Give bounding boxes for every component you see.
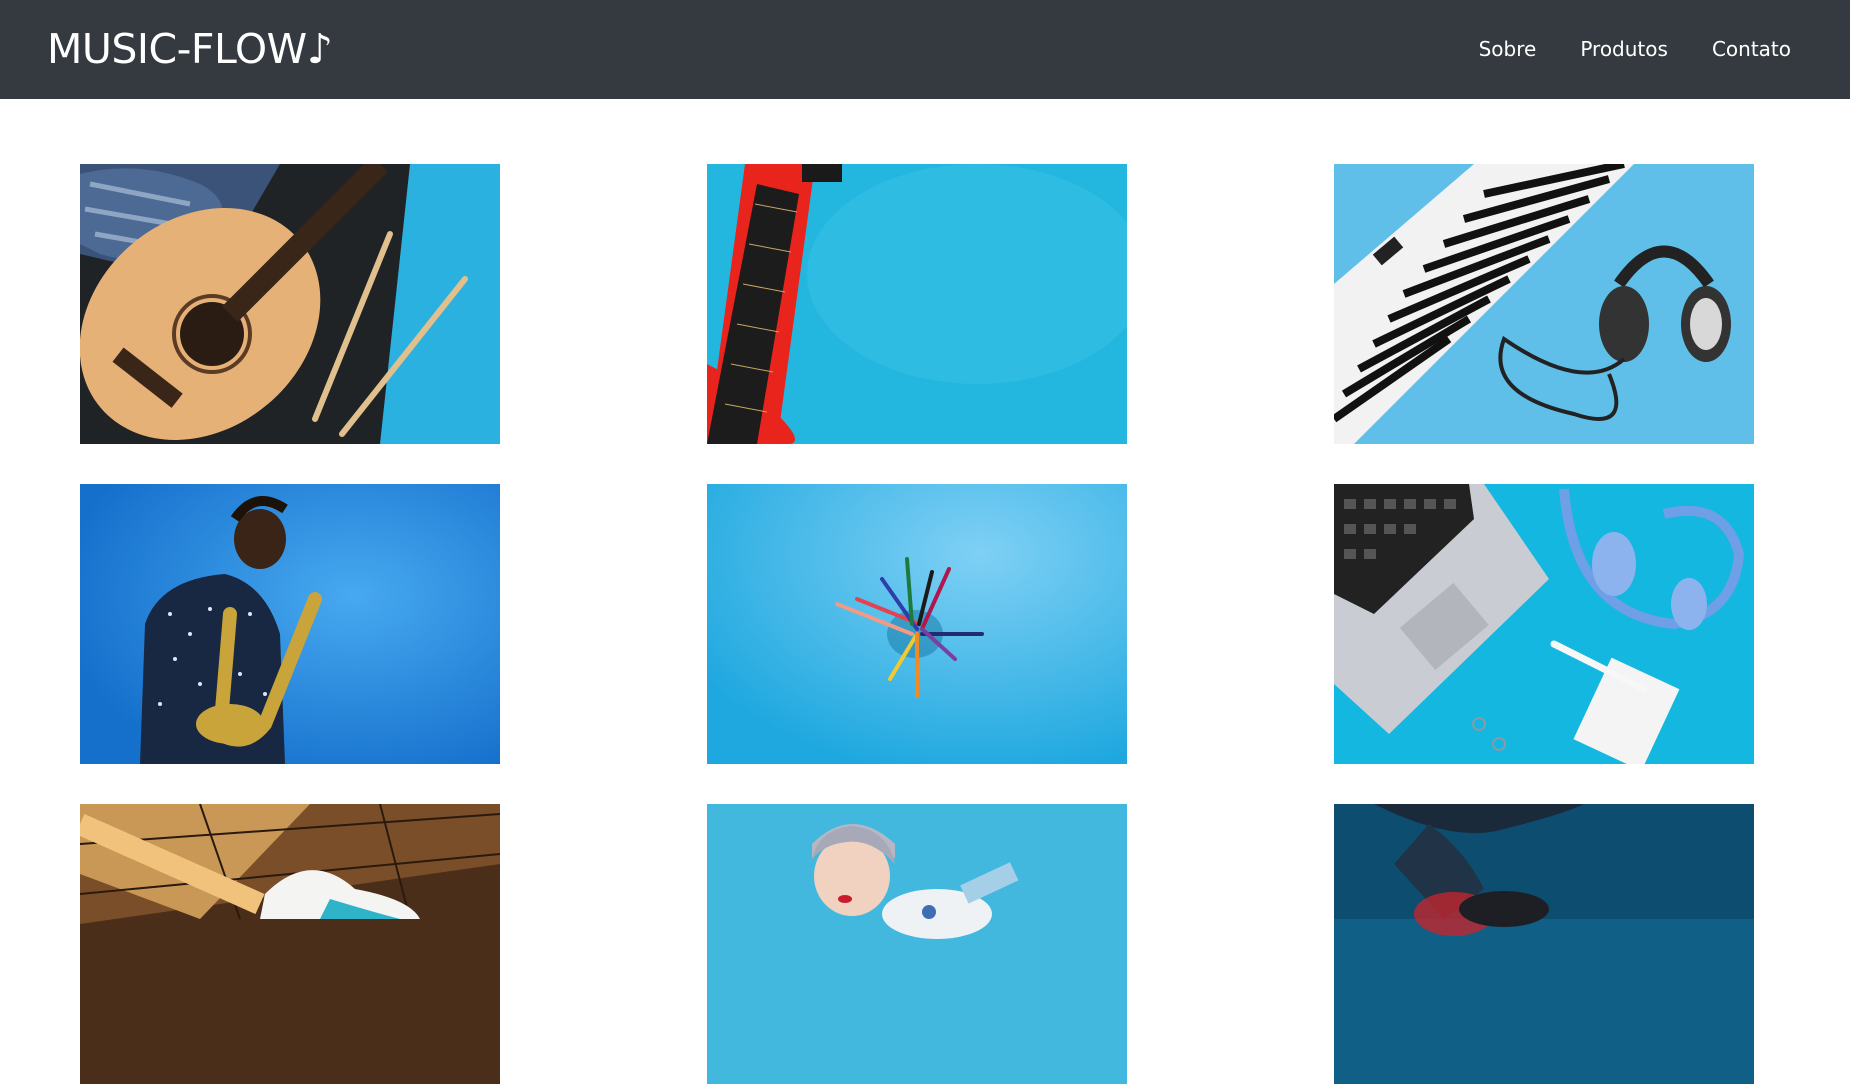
nav-link-contato[interactable]: Contato xyxy=(1712,35,1791,63)
main-nav: Sobre Produtos Contato xyxy=(1479,35,1791,63)
gallery-item-pencils[interactable] xyxy=(707,484,1127,764)
gallery-item-saxophone[interactable] xyxy=(80,484,500,764)
gallery-item-laptop[interactable] xyxy=(1334,484,1754,764)
acoustic-guitar-drumsticks-image xyxy=(80,164,500,444)
top-navbar: MUSIC-FLOW♪ Sobre Produtos Contato xyxy=(0,0,1850,99)
gallery-item-guitarist[interactable] xyxy=(1334,804,1754,1084)
red-ukulele-image xyxy=(707,164,1127,444)
colored-pencils-image xyxy=(707,484,1127,764)
gallery-item-ukulele[interactable] xyxy=(707,164,1127,444)
gallery-item-acoustic-guitar[interactable] xyxy=(80,164,500,444)
brand-logo[interactable]: MUSIC-FLOW♪ xyxy=(47,24,333,74)
gallery-item-woman-guitar[interactable] xyxy=(707,804,1127,1084)
woman-with-guitar-image xyxy=(707,804,1127,1084)
gallery-item-keyboard[interactable] xyxy=(1334,164,1754,444)
nav-link-sobre[interactable]: Sobre xyxy=(1479,35,1537,63)
keyboard-headphones-image xyxy=(1334,164,1754,444)
nav-link-produtos[interactable]: Produtos xyxy=(1580,35,1668,63)
saxophone-player-image xyxy=(80,484,500,764)
guitarist-dark-image xyxy=(1334,804,1754,1084)
gallery-item-electric-guitar[interactable] xyxy=(80,804,500,1084)
laptop-headphones-image xyxy=(1334,484,1754,764)
electric-guitar-image xyxy=(80,804,500,1084)
